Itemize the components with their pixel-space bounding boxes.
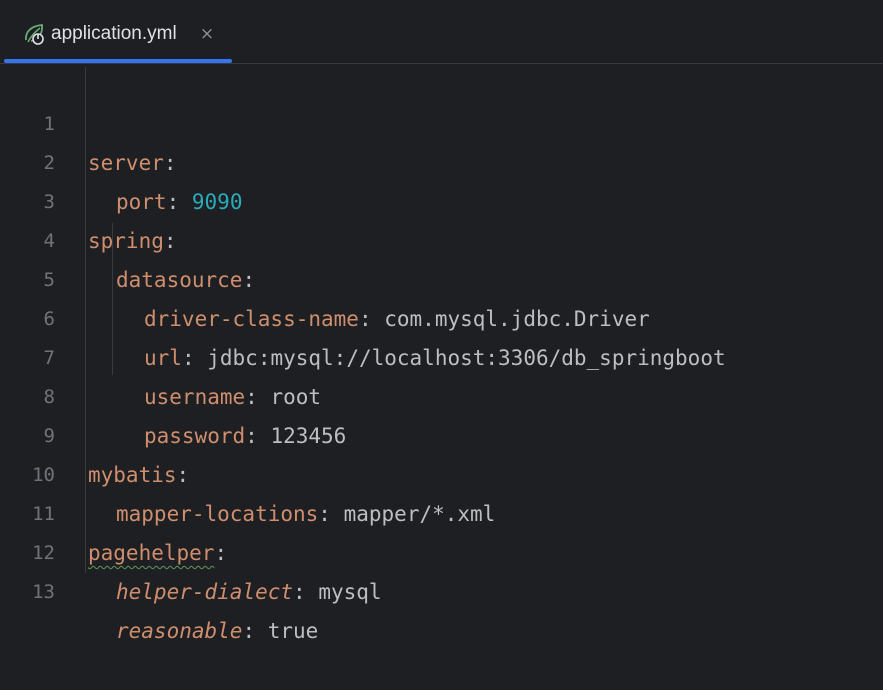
- editor-tab-bar: application.yml ×: [0, 0, 883, 64]
- code-line: 3 spring:: [0, 144, 883, 253]
- active-tab-indicator: [4, 59, 232, 63]
- yaml-colon: :: [242, 619, 256, 643]
- yaml-key: reasonable: [116, 619, 243, 643]
- yaml-key: helper-dialect: [116, 580, 294, 604]
- yaml-value: mysql: [318, 580, 382, 604]
- code-line: 8 password: 123456: [0, 339, 883, 448]
- close-icon[interactable]: ×: [197, 22, 217, 46]
- code-line: 2 port: 9090: [0, 105, 883, 214]
- code-line: 6 url: jdbc:mysql://localhost:3306/db_sp…: [0, 261, 883, 370]
- code-line: 9 mybatis:: [0, 378, 883, 487]
- line-number: 13: [32, 581, 55, 603]
- yaml-value: true: [267, 619, 319, 643]
- code-line: 13 reasonable: true: [0, 534, 883, 643]
- code-editor[interactable]: 1 server: 2 port: 9090 3 spring: 4 datas…: [0, 65, 883, 643]
- code-line: 1 server:: [0, 66, 883, 175]
- spring-leaf-icon: [22, 22, 46, 46]
- code-line: 11 pagehelper:: [0, 456, 883, 565]
- tab-application-yml[interactable]: application.yml ×: [0, 0, 232, 64]
- code-line: 7 username: root: [0, 300, 883, 409]
- yaml-colon: :: [293, 580, 306, 604]
- code-line: 5 driver-class-name: com.mysql.jdbc.Driv…: [0, 222, 883, 331]
- code-line: 12 helper-dialect: mysql: [0, 495, 883, 604]
- code-line: 4 datasource:: [0, 183, 883, 292]
- code-line: 10 mapper-locations: mapper/*.xml: [0, 417, 883, 526]
- tab-label: application.yml: [51, 23, 177, 44]
